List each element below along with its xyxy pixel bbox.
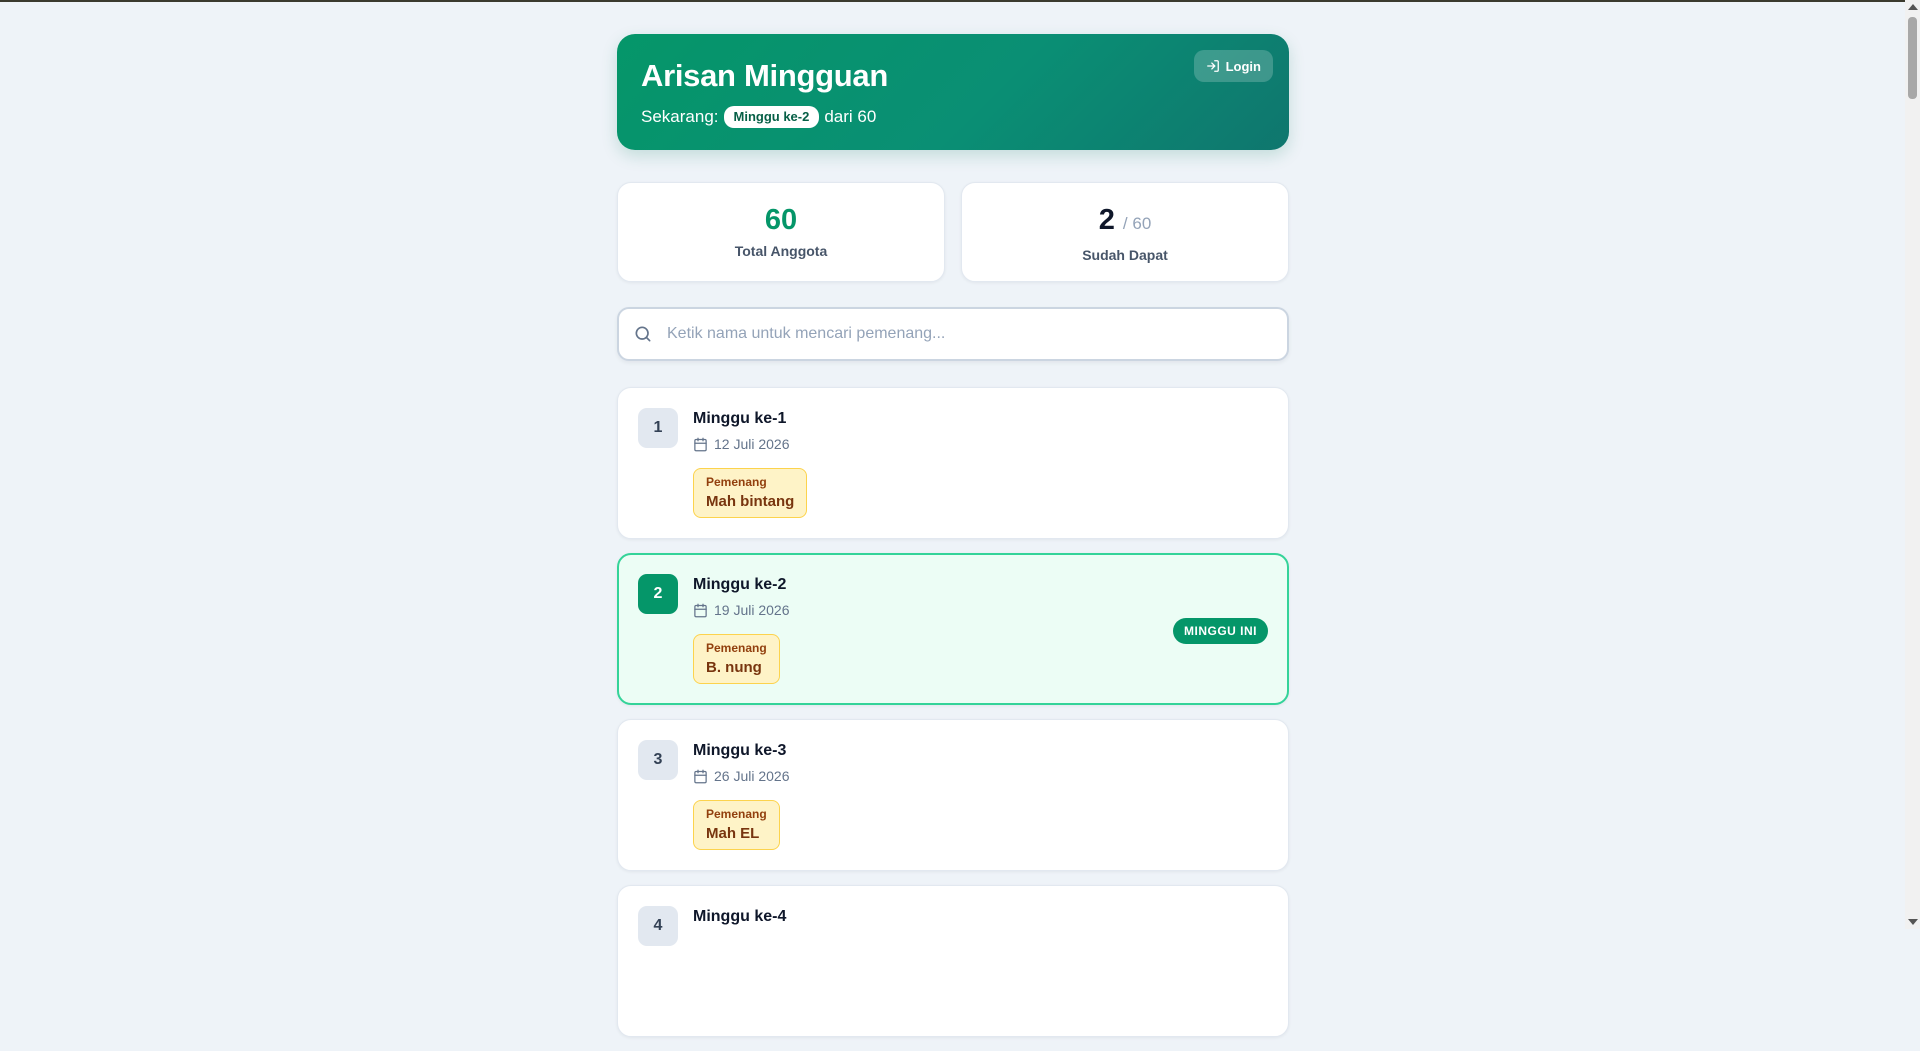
login-label: Login xyxy=(1225,58,1261,74)
page-scrollbar[interactable] xyxy=(1905,0,1920,929)
search-icon xyxy=(635,326,651,342)
current-week-line: Sekarang: Minggu ke-2 dari 60 xyxy=(641,106,1265,128)
week-date: 26 Juli 2026 xyxy=(693,768,790,784)
winner-box: Pemenang Mah EL xyxy=(693,800,780,850)
winner-name: B. nung xyxy=(706,659,762,676)
week-card[interactable]: 1 Minggu ke-1 12 Juli 2026 Pemenang Mah … xyxy=(617,387,1289,539)
week-date-text: 19 Juli 2026 xyxy=(714,602,790,618)
total-members-card: 60 Total Anggota xyxy=(617,182,945,282)
login-button[interactable]: Login xyxy=(1193,50,1273,82)
winner-name: Mah EL xyxy=(706,825,760,842)
this-week-badge: MINGGU INI xyxy=(1173,618,1268,644)
calendar-icon xyxy=(694,769,707,783)
winner-name: Mah bintang xyxy=(706,493,795,510)
total-weeks-text: dari 60 xyxy=(824,107,877,126)
window-top-border xyxy=(0,0,1920,2)
search-box[interactable] xyxy=(617,307,1289,361)
week-card-current[interactable]: 2 Minggu ke-2 19 Juli 2026 Pemenang B. n… xyxy=(617,553,1289,705)
received-value: 2 xyxy=(1098,204,1115,236)
week-number-badge: 1 xyxy=(638,408,678,448)
header-banner: Arisan Mingguan Sekarang: Minggu ke-2 da… xyxy=(617,34,1289,150)
week-date: 12 Juli 2026 xyxy=(693,436,790,452)
page-title: Arisan Mingguan xyxy=(641,58,888,93)
scroll-up-arrow-icon[interactable] xyxy=(1908,4,1918,10)
week-list: 1 Minggu ke-1 12 Juli 2026 Pemenang Mah … xyxy=(617,387,1289,1037)
total-members-value: 60 xyxy=(764,204,798,236)
login-icon xyxy=(1206,60,1219,72)
scroll-down-arrow-icon[interactable] xyxy=(1908,919,1918,925)
received-count: 2 / 60 xyxy=(962,203,1288,241)
winner-label: Pemenang xyxy=(706,641,767,655)
week-date-text: 12 Juli 2026 xyxy=(714,436,790,452)
week-number-badge: 2 xyxy=(638,574,678,614)
week-card[interactable]: 4 Minggu ke-4 xyxy=(617,885,1289,1037)
current-week-pill: Minggu ke-2 xyxy=(723,106,820,128)
week-title: Minggu ke-1 xyxy=(693,410,787,427)
winner-box: Pemenang B. nung xyxy=(693,634,780,684)
week-number-badge: 4 xyxy=(638,906,678,946)
received-label: Sudah Dapat xyxy=(1082,247,1168,263)
calendar-icon xyxy=(694,603,707,617)
received-card: 2 / 60 Sudah Dapat xyxy=(961,182,1289,282)
now-prefix: Sekarang: xyxy=(641,107,719,126)
received-of: / 60 xyxy=(1122,214,1152,233)
week-number-badge: 3 xyxy=(638,740,678,780)
week-title: Minggu ke-2 xyxy=(693,576,787,593)
winner-box: Pemenang Mah bintang xyxy=(693,468,808,518)
week-card[interactable]: 3 Minggu ke-3 26 Juli 2026 Pemenang Mah … xyxy=(617,719,1289,871)
week-date-text: 26 Juli 2026 xyxy=(714,768,790,784)
week-title: Minggu ke-3 xyxy=(693,742,787,759)
total-members-label: Total Anggota xyxy=(734,243,828,259)
scrollbar-thumb[interactable] xyxy=(1908,17,1917,99)
week-date: 19 Juli 2026 xyxy=(693,602,790,618)
calendar-icon xyxy=(694,437,707,451)
winner-label: Pemenang xyxy=(706,807,767,821)
stats-row: 60 Total Anggota 2 / 60 Sudah Dapat xyxy=(617,182,1289,282)
winner-label: Pemenang xyxy=(706,475,767,489)
week-title: Minggu ke-4 xyxy=(693,908,787,925)
search-input[interactable] xyxy=(665,324,1249,344)
page-container: Arisan Mingguan Sekarang: Minggu ke-2 da… xyxy=(617,34,1289,1051)
